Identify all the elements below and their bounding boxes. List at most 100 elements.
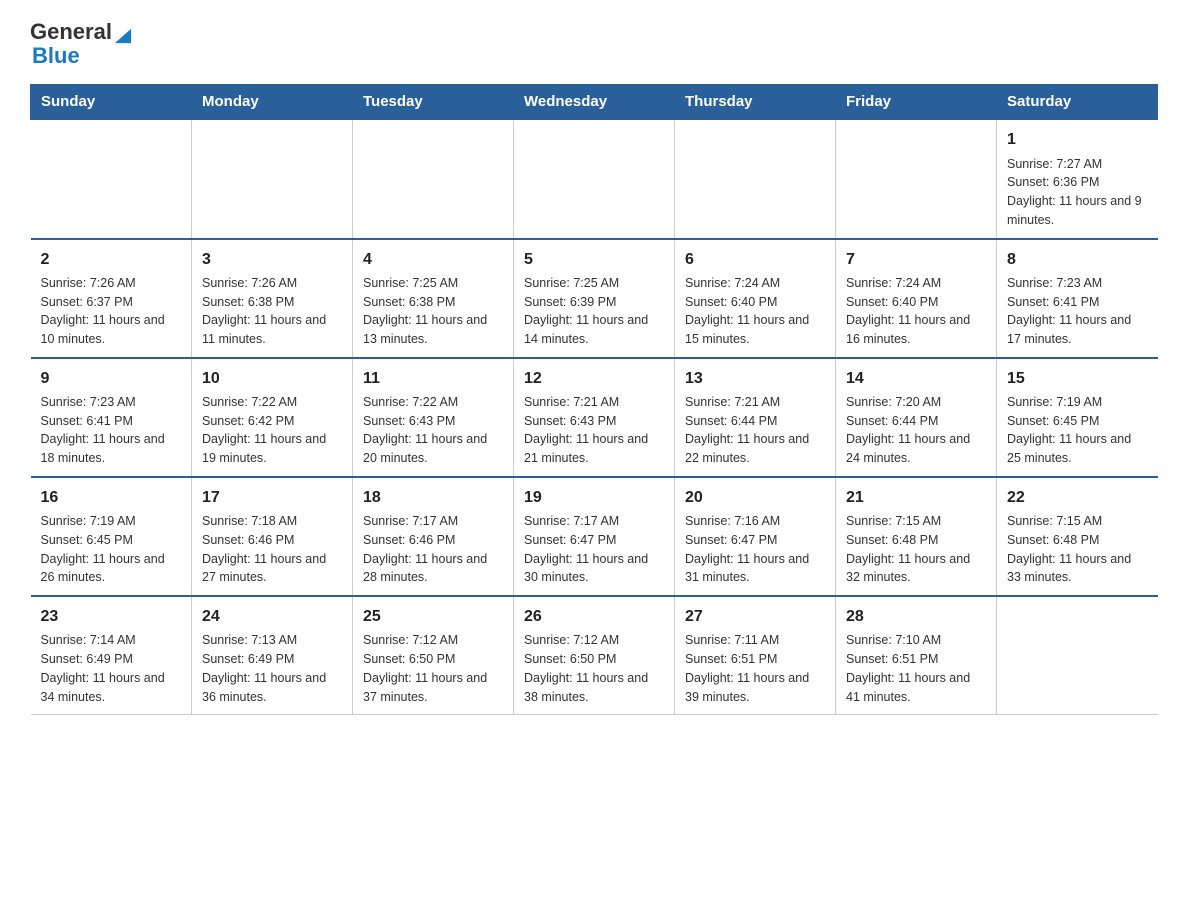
day-number: 6 bbox=[685, 248, 825, 271]
calendar-cell: 24 Sunrise: 7:13 AMSunset: 6:49 PMDayligh… bbox=[192, 596, 353, 715]
calendar-cell: 3 Sunrise: 7:26 AMSunset: 6:38 PMDaylight… bbox=[192, 239, 353, 358]
day-info: Sunrise: 7:19 AMSunset: 6:45 PMDaylight:… bbox=[41, 512, 182, 587]
day-info: Sunrise: 7:13 AMSunset: 6:49 PMDaylight:… bbox=[202, 631, 342, 706]
calendar-cell: 22 Sunrise: 7:15 AMSunset: 6:48 PMDayligh… bbox=[997, 477, 1158, 596]
day-number: 18 bbox=[363, 486, 503, 509]
day-info: Sunrise: 7:21 AMSunset: 6:43 PMDaylight:… bbox=[524, 393, 664, 468]
calendar-cell: 2 Sunrise: 7:26 AMSunset: 6:37 PMDaylight… bbox=[31, 239, 192, 358]
day-of-week-header: Friday bbox=[836, 85, 997, 120]
logo: General Blue bbox=[30, 20, 132, 68]
calendar-cell: 10 Sunrise: 7:22 AMSunset: 6:42 PMDayligh… bbox=[192, 358, 353, 477]
day-number: 19 bbox=[524, 486, 664, 509]
day-number: 10 bbox=[202, 367, 342, 390]
calendar-cell: 21 Sunrise: 7:15 AMSunset: 6:48 PMDayligh… bbox=[836, 477, 997, 596]
day-info: Sunrise: 7:11 AMSunset: 6:51 PMDaylight:… bbox=[685, 631, 825, 706]
day-number: 25 bbox=[363, 605, 503, 628]
day-info: Sunrise: 7:20 AMSunset: 6:44 PMDaylight:… bbox=[846, 393, 986, 468]
day-number: 22 bbox=[1007, 486, 1148, 509]
calendar-week-row: 9Sunrise: 7:23 AMSunset: 6:41 PMDaylight… bbox=[31, 358, 1158, 477]
calendar-week-row: 16 Sunrise: 7:19 AMSunset: 6:45 PMDayligh… bbox=[31, 477, 1158, 596]
day-of-week-header: Saturday bbox=[997, 85, 1158, 120]
day-number: 2 bbox=[41, 248, 182, 271]
day-number: 15 bbox=[1007, 367, 1148, 390]
day-info: Sunrise: 7:19 AMSunset: 6:45 PMDaylight:… bbox=[1007, 393, 1148, 468]
calendar-cell: 6 Sunrise: 7:24 AMSunset: 6:40 PMDaylight… bbox=[675, 239, 836, 358]
day-number: 3 bbox=[202, 248, 342, 271]
calendar-cell: 14 Sunrise: 7:20 AMSunset: 6:44 PMDayligh… bbox=[836, 358, 997, 477]
day-number: 26 bbox=[524, 605, 664, 628]
day-number: 21 bbox=[846, 486, 986, 509]
calendar-cell: 27 Sunrise: 7:11 AMSunset: 6:51 PMDayligh… bbox=[675, 596, 836, 715]
day-info: Sunrise: 7:23 AMSunset: 6:41 PMDaylight:… bbox=[1007, 274, 1148, 349]
day-number: 28 bbox=[846, 605, 986, 628]
calendar-table: SundayMondayTuesdayWednesdayThursdayFrid… bbox=[30, 84, 1158, 715]
day-number: 12 bbox=[524, 367, 664, 390]
day-info: Sunrise: 7:23 AMSunset: 6:41 PMDaylight:… bbox=[41, 393, 182, 468]
day-of-week-header: Thursday bbox=[675, 85, 836, 120]
calendar-cell bbox=[675, 119, 836, 238]
calendar-cell bbox=[836, 119, 997, 238]
day-number: 8 bbox=[1007, 248, 1148, 271]
calendar-cell: 17 Sunrise: 7:18 AMSunset: 6:46 PMDayligh… bbox=[192, 477, 353, 596]
day-info: Sunrise: 7:26 AMSunset: 6:37 PMDaylight:… bbox=[41, 274, 182, 349]
day-info: Sunrise: 7:12 AMSunset: 6:50 PMDaylight:… bbox=[363, 631, 503, 706]
calendar-cell: 28 Sunrise: 7:10 AMSunset: 6:51 PMDayligh… bbox=[836, 596, 997, 715]
calendar-cell bbox=[192, 119, 353, 238]
day-number: 23 bbox=[41, 605, 182, 628]
day-info: Sunrise: 7:15 AMSunset: 6:48 PMDaylight:… bbox=[846, 512, 986, 587]
calendar-cell bbox=[353, 119, 514, 238]
day-number: 24 bbox=[202, 605, 342, 628]
calendar-cell: 23 Sunrise: 7:14 AMSunset: 6:49 PMDayligh… bbox=[31, 596, 192, 715]
day-info: Sunrise: 7:10 AMSunset: 6:51 PMDaylight:… bbox=[846, 631, 986, 706]
day-of-week-header: Monday bbox=[192, 85, 353, 120]
day-of-week-header: Tuesday bbox=[353, 85, 514, 120]
day-info: Sunrise: 7:25 AMSunset: 6:39 PMDaylight:… bbox=[524, 274, 664, 349]
calendar-cell: 12 Sunrise: 7:21 AMSunset: 6:43 PMDayligh… bbox=[514, 358, 675, 477]
day-number: 4 bbox=[363, 248, 503, 271]
calendar-cell bbox=[31, 119, 192, 238]
day-number: 14 bbox=[846, 367, 986, 390]
day-info: Sunrise: 7:22 AMSunset: 6:42 PMDaylight:… bbox=[202, 393, 342, 468]
day-info: Sunrise: 7:25 AMSunset: 6:38 PMDaylight:… bbox=[363, 274, 503, 349]
day-info: Sunrise: 7:26 AMSunset: 6:38 PMDaylight:… bbox=[202, 274, 342, 349]
day-number: 7 bbox=[846, 248, 986, 271]
logo-triangle-icon bbox=[114, 26, 132, 44]
day-info: Sunrise: 7:14 AMSunset: 6:49 PMDaylight:… bbox=[41, 631, 182, 706]
calendar-cell: 26 Sunrise: 7:12 AMSunset: 6:50 PMDayligh… bbox=[514, 596, 675, 715]
calendar-cell bbox=[997, 596, 1158, 715]
day-info: Sunrise: 7:16 AMSunset: 6:47 PMDaylight:… bbox=[685, 512, 825, 587]
day-of-week-header: Sunday bbox=[31, 85, 192, 120]
calendar-cell: 20Sunrise: 7:16 AMSunset: 6:47 PMDayligh… bbox=[675, 477, 836, 596]
calendar-week-row: 2 Sunrise: 7:26 AMSunset: 6:37 PMDaylight… bbox=[31, 239, 1158, 358]
calendar-cell: 4 Sunrise: 7:25 AMSunset: 6:38 PMDaylight… bbox=[353, 239, 514, 358]
logo-general-text: General bbox=[30, 19, 112, 44]
calendar-cell: 11Sunrise: 7:22 AMSunset: 6:43 PMDayligh… bbox=[353, 358, 514, 477]
day-info: Sunrise: 7:27 AMSunset: 6:36 PMDaylight:… bbox=[1007, 155, 1148, 230]
calendar-week-row: 1 Sunrise: 7:27 AMSunset: 6:36 PMDaylight… bbox=[31, 119, 1158, 238]
day-info: Sunrise: 7:15 AMSunset: 6:48 PMDaylight:… bbox=[1007, 512, 1148, 587]
calendar-cell: 25 Sunrise: 7:12 AMSunset: 6:50 PMDayligh… bbox=[353, 596, 514, 715]
day-number: 27 bbox=[685, 605, 825, 628]
day-info: Sunrise: 7:17 AMSunset: 6:46 PMDaylight:… bbox=[363, 512, 503, 587]
calendar-cell: 18 Sunrise: 7:17 AMSunset: 6:46 PMDayligh… bbox=[353, 477, 514, 596]
day-number: 1 bbox=[1007, 128, 1148, 151]
calendar-cell bbox=[514, 119, 675, 238]
calendar-cell: 19Sunrise: 7:17 AMSunset: 6:47 PMDayligh… bbox=[514, 477, 675, 596]
day-info: Sunrise: 7:21 AMSunset: 6:44 PMDaylight:… bbox=[685, 393, 825, 468]
calendar-cell: 9Sunrise: 7:23 AMSunset: 6:41 PMDaylight… bbox=[31, 358, 192, 477]
calendar-week-row: 23 Sunrise: 7:14 AMSunset: 6:49 PMDayligh… bbox=[31, 596, 1158, 715]
calendar-cell: 7 Sunrise: 7:24 AMSunset: 6:40 PMDaylight… bbox=[836, 239, 997, 358]
day-info: Sunrise: 7:22 AMSunset: 6:43 PMDaylight:… bbox=[363, 393, 503, 468]
calendar-cell: 1 Sunrise: 7:27 AMSunset: 6:36 PMDaylight… bbox=[997, 119, 1158, 238]
calendar-cell: 15 Sunrise: 7:19 AMSunset: 6:45 PMDayligh… bbox=[997, 358, 1158, 477]
day-info: Sunrise: 7:24 AMSunset: 6:40 PMDaylight:… bbox=[846, 274, 986, 349]
logo-blue-text: Blue bbox=[32, 43, 80, 68]
day-info: Sunrise: 7:24 AMSunset: 6:40 PMDaylight:… bbox=[685, 274, 825, 349]
page-header: General Blue bbox=[30, 20, 1158, 68]
day-info: Sunrise: 7:18 AMSunset: 6:46 PMDaylight:… bbox=[202, 512, 342, 587]
day-number: 17 bbox=[202, 486, 342, 509]
day-info: Sunrise: 7:12 AMSunset: 6:50 PMDaylight:… bbox=[524, 631, 664, 706]
calendar-cell: 13Sunrise: 7:21 AMSunset: 6:44 PMDayligh… bbox=[675, 358, 836, 477]
calendar-cell: 5Sunrise: 7:25 AMSunset: 6:39 PMDaylight… bbox=[514, 239, 675, 358]
day-number: 16 bbox=[41, 486, 182, 509]
